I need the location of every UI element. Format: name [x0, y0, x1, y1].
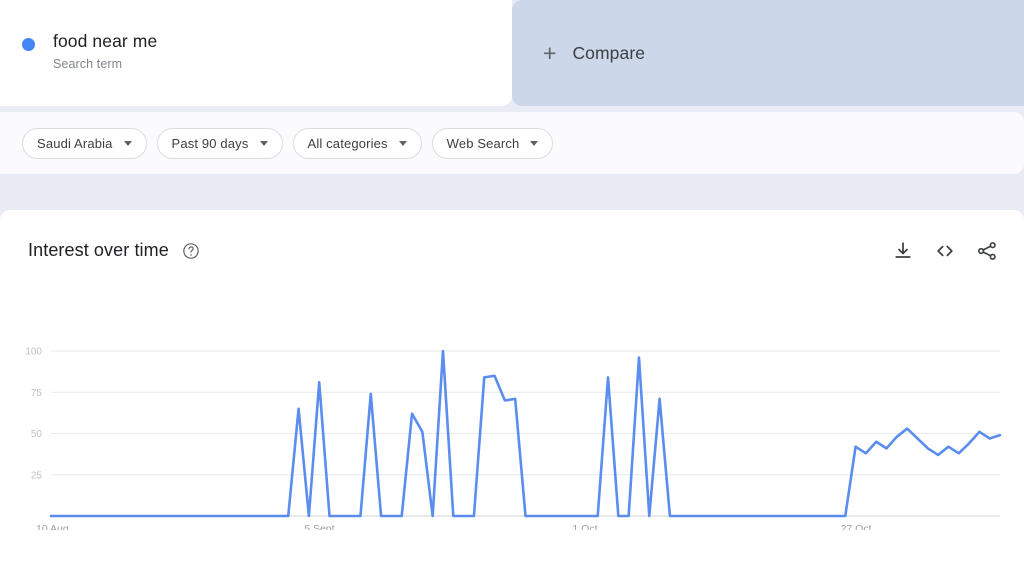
compare-button[interactable]: + Compare [512, 0, 1024, 106]
filter-region[interactable]: Saudi Arabia [22, 127, 147, 159]
filter-category-label: All categories [307, 135, 388, 151]
compare-label: Compare [572, 42, 646, 63]
x-axis-label: 5 Sept [304, 523, 334, 530]
chevron-down-icon [123, 140, 132, 146]
chevron-down-icon [530, 140, 539, 146]
help-circle-icon[interactable] [182, 242, 200, 260]
embed-code-icon[interactable] [934, 240, 956, 262]
y-axis-label: 100 [25, 347, 42, 358]
share-icon[interactable] [976, 240, 998, 262]
page-title: Interest over time [28, 240, 169, 260]
x-axis-label: 27 Oct [841, 523, 872, 530]
chevron-down-icon [398, 140, 407, 146]
interest-over-time-card: Interest over time 25 50 75 100 10 Aug 5… [0, 210, 1024, 584]
filter-region-label: Saudi Arabia [37, 135, 113, 151]
filter-time-range-label: Past 90 days [171, 135, 249, 151]
x-axis-label: 1 Oct [572, 523, 597, 530]
y-axis-label: 25 [31, 470, 43, 481]
filters-bar: Saudi Arabia Past 90 days All categories… [0, 112, 1024, 174]
x-axis-label: 10 Aug [36, 523, 69, 530]
download-icon[interactable] [892, 240, 914, 262]
filter-search-type-label: Web Search [446, 135, 520, 151]
filter-time-range[interactable]: Past 90 days [156, 127, 283, 159]
chart-actions [892, 240, 998, 262]
search-term-title: food near me [53, 31, 158, 51]
chevron-down-icon [259, 140, 268, 146]
series-color-dot [22, 38, 35, 51]
filter-category[interactable]: All categories [292, 127, 422, 159]
filter-search-type[interactable]: Web Search [431, 127, 554, 159]
search-term-text: food near me Search term [53, 30, 157, 71]
search-term-card[interactable]: food near me Search term [0, 0, 512, 106]
google-trends-page: food near me Search term + Compare Saudi… [0, 0, 1024, 584]
y-axis-label: 75 [31, 388, 43, 399]
interest-over-time-chart[interactable]: 25 50 75 100 10 Aug 5 Sept 1 Oct 27 Oct [0, 330, 1024, 530]
y-axis-label: 50 [31, 429, 43, 440]
search-term-row: food near me Search term + Compare [0, 0, 1024, 106]
plus-icon: + [543, 39, 557, 66]
chart-svg: 25 50 75 100 10 Aug 5 Sept 1 Oct 27 Oct [25, 347, 1002, 530]
chart-header: Interest over time [0, 240, 1024, 280]
search-term-subtitle: Search term [53, 57, 123, 71]
